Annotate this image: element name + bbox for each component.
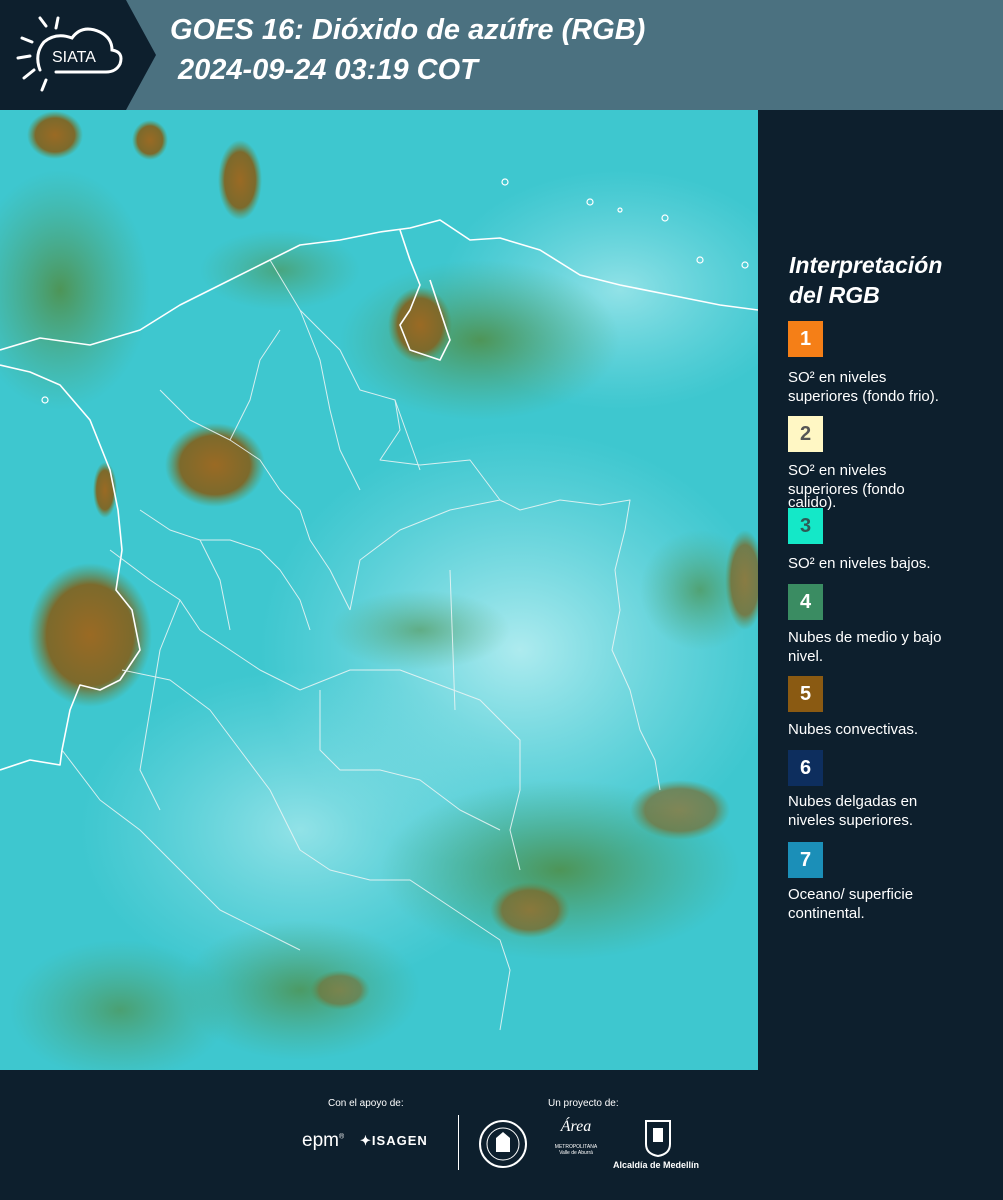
support-label: Con el apoyo de: xyxy=(328,1098,404,1109)
legend-swatch-7: 7 xyxy=(788,842,823,878)
legend-title: Interpretación del RGB xyxy=(789,252,943,308)
isagen-logo: ✦ISAGEN xyxy=(360,1133,428,1148)
epm-logo: epm® xyxy=(302,1130,345,1151)
alcaldia-label: Alcaldía de Medellín xyxy=(613,1160,700,1170)
medellin-seal-icon xyxy=(479,1120,527,1168)
isagen-mark-icon: ✦ xyxy=(360,1133,372,1148)
header-bar: SIATA GOES 16: Dióxido de azúfre (RGB) 2… xyxy=(0,0,1003,110)
area-metropolitana-logo: Área METROPOLITANA Valle de Aburrá xyxy=(554,1118,598,1156)
title-line-1: GOES 16: Dióxido de azúfre (RGB) xyxy=(170,14,646,46)
legend-text-5: Nubes convectivas. xyxy=(788,721,919,738)
legend-swatch-1: 1 xyxy=(788,321,823,357)
legend-swatch-6: 6 xyxy=(788,750,823,786)
title-line-2: 2024-09-24 03:19 COT xyxy=(178,54,478,86)
legend-swatch-5: 5 xyxy=(788,676,823,712)
legend-text-4: Nubes de medio y bajo nivel. xyxy=(788,629,942,665)
rgb-legend: Interpretación del RGB 1 SO² en niveles … xyxy=(760,110,1003,1070)
legend-text-7: Oceano/ superficie continental. xyxy=(788,886,914,922)
legend-swatch-4: 4 xyxy=(788,584,823,620)
legend-swatch-3: 3 xyxy=(788,508,823,544)
footer: Con el apoyo de: Un proyecto de: epm® ✦I… xyxy=(0,1070,1003,1200)
legend-text-3: SO² en niveles bajos. xyxy=(788,555,931,572)
legend-text-2: SO² en niveles superiores (fondo calido)… xyxy=(788,462,905,511)
project-label: Un proyecto de: xyxy=(548,1098,619,1109)
legend-text-6: Nubes delgadas en niveles superiores. xyxy=(788,793,918,829)
legend-text-1: SO² en niveles superiores (fondo frio). xyxy=(788,369,939,405)
satellite-map xyxy=(0,110,758,1070)
svg-text:SIATA: SIATA xyxy=(52,49,96,66)
alcaldia-shield-icon xyxy=(645,1120,671,1158)
siata-logo: SIATA xyxy=(0,0,156,110)
legend-swatch-2: 2 xyxy=(788,416,823,452)
footer-divider xyxy=(458,1115,459,1170)
